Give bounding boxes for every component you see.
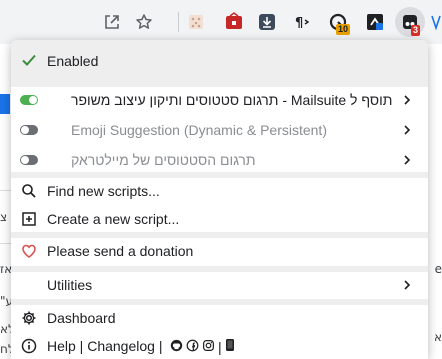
- donation-label: Please send a donation: [47, 243, 194, 259]
- chevron-right-icon[interactable]: [400, 123, 414, 137]
- bookmark-star-icon[interactable]: [132, 10, 156, 34]
- plus-square-icon: [19, 209, 39, 229]
- info-icon: [19, 336, 39, 356]
- chevron-right-icon[interactable]: [400, 278, 414, 292]
- extension-2-icon[interactable]: [221, 9, 247, 35]
- links-separator: |: [218, 338, 222, 355]
- check-icon: [19, 50, 39, 70]
- script-toggle-off[interactable]: [19, 120, 39, 140]
- find-new-scripts-label: Find new scripts...: [47, 183, 160, 199]
- find-new-scripts-item[interactable]: Find new scripts...: [11, 177, 428, 205]
- heart-icon: [19, 241, 39, 261]
- pilcrow-icon[interactable]: ¶: [288, 9, 314, 35]
- facebook-icon[interactable]: [186, 339, 199, 355]
- extension-1-icon[interactable]: [183, 9, 209, 35]
- mobile-icon[interactable]: [225, 338, 235, 355]
- open-in-app-icon[interactable]: [100, 10, 124, 34]
- script-name: Emoji Suggestion (Dynamic & Persistent): [71, 122, 327, 138]
- tampermonkey-popup-menu: Enabled תרגום סטטוסים ותיקון עיצוב משופר…: [11, 40, 428, 359]
- gear-icon: [19, 308, 39, 328]
- background-text: e: [434, 262, 442, 276]
- download-icon[interactable]: [254, 9, 280, 35]
- enabled-label: Enabled: [47, 53, 99, 69]
- create-new-script-label: Create a new script...: [47, 211, 180, 227]
- chevron-right-icon[interactable]: [400, 153, 414, 167]
- script-item[interactable]: תרגום הסטטוסים של מיילטראק: [11, 145, 428, 175]
- instagram-icon[interactable]: [202, 339, 215, 355]
- donation-item[interactable]: Please send a donation: [11, 237, 428, 265]
- github-icon[interactable]: [170, 339, 183, 355]
- utilities-label: Utilities: [47, 277, 93, 293]
- extension-3-icon[interactable]: 10: [325, 9, 351, 35]
- utilities-item[interactable]: Utilities: [11, 271, 428, 299]
- tampermonkey-badge: 3: [411, 25, 421, 36]
- script-name: תרגום הסטטוסים של מיילטראק: [71, 152, 256, 168]
- background-text: צ: [0, 210, 8, 224]
- extension-4-icon[interactable]: [362, 9, 388, 35]
- search-icon: [19, 181, 39, 201]
- social-links: |: [170, 338, 235, 355]
- help-changelog-label[interactable]: Help | Changelog |: [47, 338, 162, 354]
- dashboard-label: Dashboard: [47, 310, 116, 326]
- script-item[interactable]: תרגום סטטוסים ותיקון עיצוב משופר - Mails…: [11, 85, 428, 115]
- browser-toolbar: ¶ 10 3: [0, 0, 442, 44]
- background-text: א: [433, 330, 442, 344]
- chevron-right-icon[interactable]: [400, 93, 414, 107]
- dashboard-item[interactable]: Dashboard: [11, 304, 428, 332]
- enabled-toggle-row[interactable]: Enabled: [11, 40, 428, 81]
- help-links-item[interactable]: Help | Changelog | |: [11, 332, 428, 359]
- extensions-menu-icon[interactable]: [430, 10, 442, 34]
- script-toggle-off[interactable]: [19, 150, 39, 170]
- script-name: תרגום סטטוסים ותיקון עיצוב משופר - Mails…: [71, 92, 393, 108]
- create-new-script-item[interactable]: Create a new script...: [11, 205, 428, 233]
- script-toggle-on[interactable]: [19, 90, 39, 110]
- extension-3-badge: 10: [336, 24, 351, 35]
- toolbar-separator: [178, 12, 179, 32]
- script-item[interactable]: Emoji Suggestion (Dynamic & Persistent): [11, 115, 428, 145]
- background-accent-bar: [0, 94, 10, 114]
- tampermonkey-icon[interactable]: 3: [395, 7, 425, 37]
- svg-text:¶: ¶: [295, 16, 303, 31]
